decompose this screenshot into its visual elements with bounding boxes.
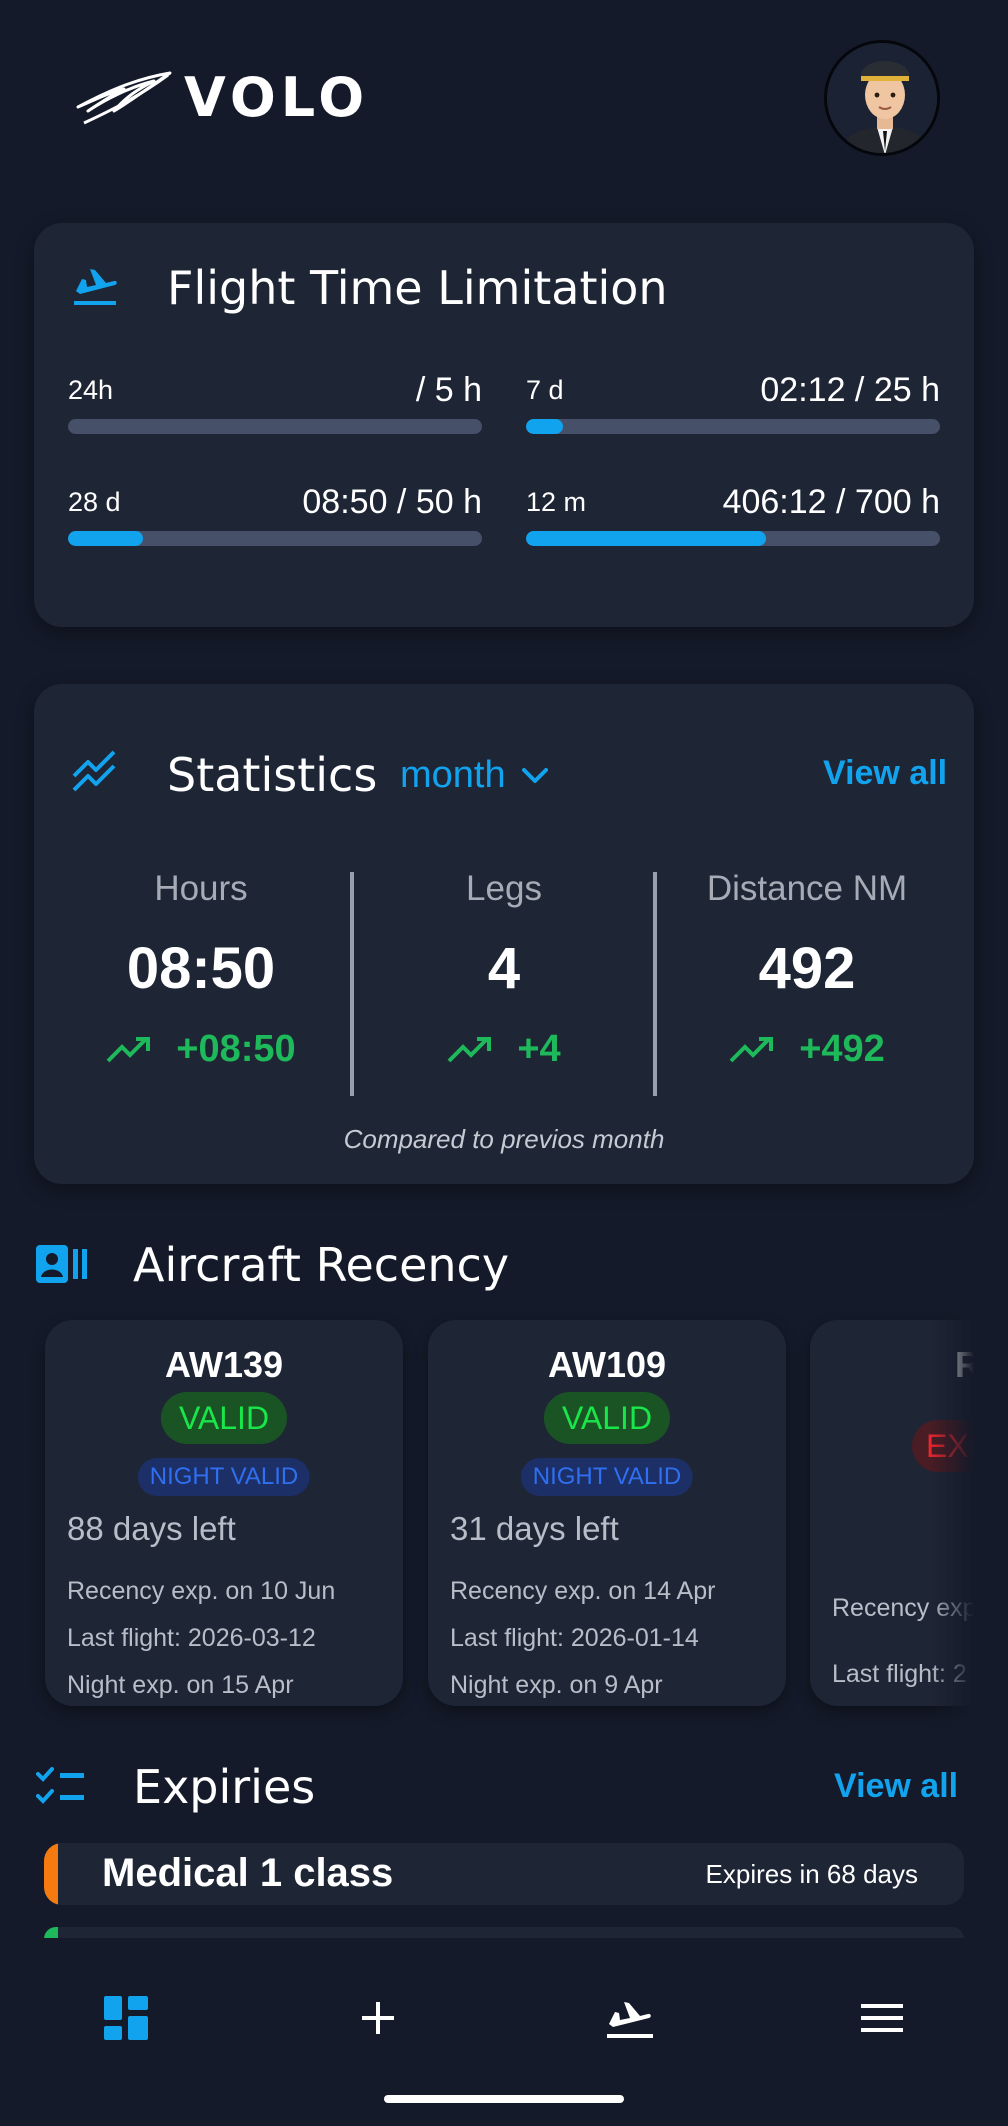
statistics-view-all-link[interactable]: View all	[823, 754, 947, 793]
limit-value: 406:12 / 700 h	[722, 483, 940, 521]
chevron-down-icon	[521, 767, 548, 783]
aircraft-card[interactable]: AW139 VALID NIGHT VALID 88 days left Rec…	[45, 1320, 403, 1706]
dashboard-icon	[104, 1996, 148, 2040]
logo-plane-icon	[76, 71, 172, 124]
flight-takeoff-icon	[607, 2002, 653, 2038]
logo-text: VOLO	[184, 66, 370, 129]
limit-progress-bar	[526, 531, 940, 546]
trending-chart-icon	[72, 750, 116, 792]
statistics-title: Statistics	[167, 748, 378, 802]
expiry-status-stripe	[44, 1843, 58, 1905]
expiries-view-all-link[interactable]: View all	[834, 1767, 958, 1806]
stats-comparison-note: Compared to previos month	[343, 1124, 665, 1154]
app-header: VOLO	[0, 0, 1008, 200]
expiries-title: Expiries	[133, 1760, 316, 1814]
statistics-card: Statistics month View all Hours 08:50 +0…	[34, 684, 974, 1184]
nav-dashboard-button[interactable]	[66, 1978, 186, 2058]
flight-time-limitation-card[interactable]: Flight Time Limitation 24h / 5 h 7 d 02:…	[34, 223, 974, 627]
volo-logo: VOLO	[74, 66, 369, 129]
last-flight: Last flight: 2026-01-14	[450, 1624, 699, 1652]
aircraft-recency-carousel[interactable]: AW139 VALID NIGHT VALID 88 days left Rec…	[0, 1312, 974, 1736]
period-value: month	[400, 754, 506, 796]
stat-legs: Legs 4 +4	[354, 869, 654, 1071]
limit-value: 08:50 / 50 h	[302, 483, 482, 521]
trending-up-icon	[729, 1036, 774, 1062]
checklist-icon	[36, 1767, 84, 1804]
recency-expiry: Recency exp. on 10 Jun	[67, 1577, 336, 1605]
pilot-avatar-icon	[827, 43, 937, 153]
menu-icon	[861, 2004, 903, 2032]
night-expiry: Night exp. on 9 Apr	[450, 1671, 663, 1699]
night-expiry: Night exp. on 15 Apr	[67, 1671, 294, 1699]
avatar[interactable]	[824, 40, 940, 156]
period-dropdown[interactable]: month	[400, 754, 550, 797]
stat-heading: Legs	[466, 869, 542, 908]
stat-heading: Distance NM	[706, 869, 908, 908]
id-card-icon	[36, 1245, 87, 1283]
stat-value: 08:50	[126, 936, 276, 1001]
stat-delta-value: +492	[799, 1028, 885, 1070]
nav-add-button[interactable]	[318, 1978, 438, 2058]
stat-delta-value: +08:50	[176, 1028, 296, 1070]
limit-label: 12 m	[526, 487, 587, 517]
stat-delta: +492	[657, 1028, 957, 1071]
trending-up-icon	[447, 1036, 492, 1062]
limit-label: 24h	[68, 375, 114, 405]
stat-heading: Hours	[154, 869, 248, 908]
stat-distance: Distance NM 492 +492	[657, 869, 957, 1071]
nav-menu-button[interactable]	[822, 1978, 942, 2058]
limit-progress-bar	[526, 419, 940, 434]
night-status-badge: NIGHT VALID	[137, 1458, 311, 1496]
limit-value: / 5 h	[415, 371, 482, 409]
progress-fill	[68, 531, 143, 546]
status-badge: VALID	[543, 1392, 671, 1444]
progress-fill	[526, 531, 767, 546]
limit-label: 7 d	[526, 375, 564, 405]
days-left: 88 days left	[67, 1510, 236, 1547]
status-badge: VALID	[160, 1392, 288, 1444]
stat-value: 4	[487, 936, 521, 1001]
stat-hours: Hours 08:50 +08:50	[51, 869, 351, 1071]
stat-delta: +4	[354, 1028, 654, 1071]
expiry-name: Medical 1 class	[102, 1851, 394, 1895]
aircraft-card[interactable]: AW109 VALID NIGHT VALID 31 days left Rec…	[428, 1320, 786, 1706]
recency-expiry: Recency exp. on 14 Apr	[450, 1577, 716, 1605]
add-icon	[362, 2002, 394, 2034]
limit-progress-bar	[68, 531, 482, 546]
stat-delta: +08:50	[51, 1028, 351, 1071]
stat-value: 492	[758, 936, 856, 1001]
expiry-when: Expires in 68 days	[705, 1859, 918, 1889]
home-indicator	[384, 2095, 624, 2103]
nav-flights-button[interactable]	[570, 1978, 690, 2058]
limit-progress-bar	[68, 419, 482, 434]
limit-value: 02:12 / 25 h	[760, 371, 940, 409]
expiry-item[interactable]: Medical 1 class Expires in 68 days	[44, 1843, 964, 1905]
night-status-badge: NIGHT VALID	[520, 1458, 694, 1496]
limit-label: 28 d	[68, 487, 121, 517]
ftl-title: Flight Time Limitation	[167, 261, 668, 315]
carousel-fade	[930, 1312, 974, 1736]
aircraft-name: AW109	[547, 1344, 667, 1385]
aircraft-name: AW139	[164, 1344, 284, 1385]
aircraft-recency-title: Aircraft Recency	[133, 1238, 510, 1292]
progress-fill	[526, 419, 564, 434]
flight-takeoff-icon	[74, 269, 117, 305]
last-flight: Last flight: 2026-03-12	[67, 1624, 316, 1652]
trending-up-icon	[106, 1036, 151, 1062]
days-left: 31 days left	[450, 1510, 619, 1547]
stat-delta-value: +4	[517, 1028, 561, 1070]
